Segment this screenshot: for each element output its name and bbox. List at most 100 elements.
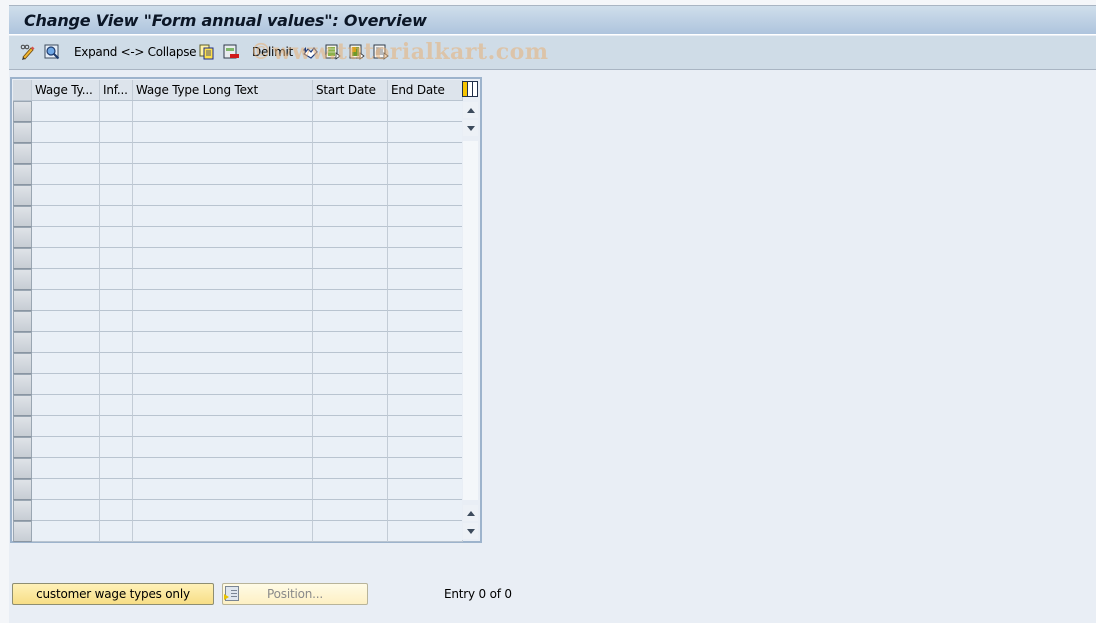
table-cell-wage-type[interactable] [32,101,100,122]
table-cell-long-text[interactable] [133,164,313,185]
table-cell-wage-type[interactable] [32,332,100,353]
table-cell-wage-type[interactable] [32,437,100,458]
vertical-scrollbar[interactable] [462,101,479,540]
table-cell-infotype[interactable] [100,227,133,248]
delete-button[interactable] [223,43,239,61]
table-cell-infotype[interactable] [100,311,133,332]
row-selector[interactable] [13,185,32,206]
table-cell-long-text[interactable] [133,269,313,290]
details-button[interactable] [44,43,60,61]
column-header-infotype[interactable]: Inf... [100,80,133,100]
table-cell-end-date[interactable] [388,122,463,143]
table-cell-start-date[interactable] [313,248,388,269]
table-cell-long-text[interactable] [133,500,313,521]
expand-collapse-button[interactable]: Expand <-> Collapse [74,43,197,61]
row-selector[interactable] [13,101,32,122]
table-cell-start-date[interactable] [313,311,388,332]
table-cell-long-text[interactable] [133,521,313,542]
table-cell-start-date[interactable] [313,101,388,122]
column-header-wage-type[interactable]: Wage Ty... [32,80,100,100]
table-cell-long-text[interactable] [133,290,313,311]
table-cell-wage-type[interactable] [32,353,100,374]
table-cell-start-date[interactable] [313,227,388,248]
row-selector[interactable] [13,395,32,416]
table-cell-infotype[interactable] [100,416,133,437]
table-cell-wage-type[interactable] [32,290,100,311]
table-cell-end-date[interactable] [388,101,463,122]
table-cell-long-text[interactable] [133,437,313,458]
table-cell-start-date[interactable] [313,290,388,311]
table-cell-start-date[interactable] [313,353,388,374]
table-cell-end-date[interactable] [388,458,463,479]
table-cell-long-text[interactable] [133,353,313,374]
change-display-button[interactable] [20,43,36,61]
table-cell-wage-type[interactable] [32,458,100,479]
table-cell-infotype[interactable] [100,500,133,521]
table-cell-start-date[interactable] [313,332,388,353]
row-selector[interactable] [13,332,32,353]
table-cell-wage-type[interactable] [32,227,100,248]
table-cell-end-date[interactable] [388,164,463,185]
table-cell-wage-type[interactable] [32,521,100,542]
table-cell-long-text[interactable] [133,122,313,143]
select-block-button[interactable] [349,43,365,61]
table-cell-end-date[interactable] [388,353,463,374]
table-cell-end-date[interactable] [388,416,463,437]
table-cell-start-date[interactable] [313,269,388,290]
table-cell-start-date[interactable] [313,416,388,437]
row-selector[interactable] [13,500,32,521]
undo-change-button[interactable] [302,43,318,61]
table-cell-long-text[interactable] [133,143,313,164]
table-cell-end-date[interactable] [388,374,463,395]
column-header-long-text[interactable]: Wage Type Long Text [133,80,313,100]
row-selector[interactable] [13,479,32,500]
table-cell-start-date[interactable] [313,437,388,458]
table-cell-start-date[interactable] [313,206,388,227]
position-button[interactable]: Position... [222,583,368,605]
table-cell-long-text[interactable] [133,479,313,500]
table-cell-end-date[interactable] [388,521,463,542]
table-cell-wage-type[interactable] [32,164,100,185]
table-cell-infotype[interactable] [100,248,133,269]
table-cell-start-date[interactable] [313,500,388,521]
table-cell-end-date[interactable] [388,500,463,521]
table-cell-wage-type[interactable] [32,374,100,395]
row-selector[interactable] [13,353,32,374]
row-selector[interactable] [13,248,32,269]
scroll-page-up-button[interactable] [463,102,478,118]
table-cell-infotype[interactable] [100,479,133,500]
column-header-start-date[interactable]: Start Date [313,80,388,100]
table-cell-end-date[interactable] [388,269,463,290]
table-cell-end-date[interactable] [388,227,463,248]
select-all-rows-cell[interactable] [13,80,32,100]
table-cell-infotype[interactable] [100,374,133,395]
table-cell-long-text[interactable] [133,248,313,269]
table-cell-wage-type[interactable] [32,416,100,437]
copy-as-button[interactable] [199,43,215,61]
table-cell-infotype[interactable] [100,437,133,458]
table-cell-infotype[interactable] [100,206,133,227]
table-cell-long-text[interactable] [133,227,313,248]
table-cell-wage-type[interactable] [32,395,100,416]
table-cell-end-date[interactable] [388,437,463,458]
table-cell-infotype[interactable] [100,185,133,206]
row-selector[interactable] [13,311,32,332]
table-cell-end-date[interactable] [388,248,463,269]
table-cell-start-date[interactable] [313,122,388,143]
table-cell-infotype[interactable] [100,143,133,164]
row-selector[interactable] [13,269,32,290]
row-selector[interactable] [13,437,32,458]
table-cell-start-date[interactable] [313,164,388,185]
table-cell-end-date[interactable] [388,290,463,311]
table-cell-long-text[interactable] [133,206,313,227]
table-cell-wage-type[interactable] [32,500,100,521]
table-cell-infotype[interactable] [100,164,133,185]
table-cell-end-date[interactable] [388,185,463,206]
table-cell-infotype[interactable] [100,521,133,542]
table-cell-start-date[interactable] [313,143,388,164]
table-cell-wage-type[interactable] [32,269,100,290]
table-cell-wage-type[interactable] [32,248,100,269]
table-cell-end-date[interactable] [388,332,463,353]
table-cell-long-text[interactable] [133,458,313,479]
scroll-track[interactable] [463,141,478,500]
